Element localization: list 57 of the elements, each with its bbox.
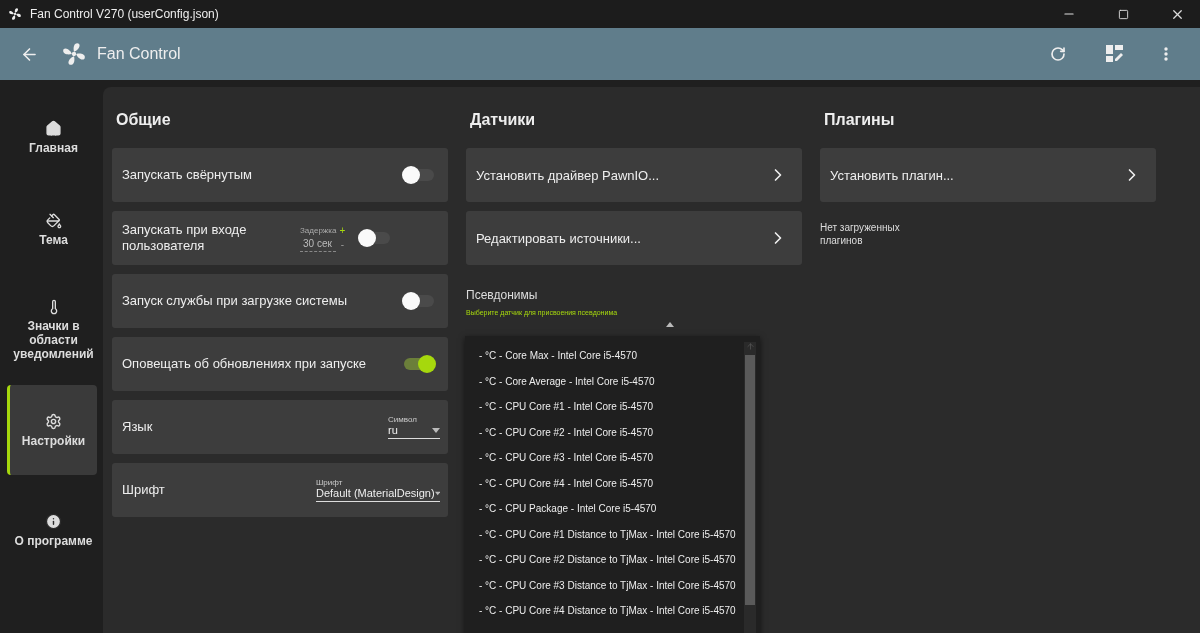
settings-icon <box>45 412 62 430</box>
dashboard-edit-icon <box>1106 45 1124 63</box>
setting-label: Язык <box>122 419 154 435</box>
decrease-button[interactable]: - <box>336 239 349 250</box>
section-title: Общие <box>116 111 172 129</box>
subsection-title: Псевдонимы <box>466 288 539 302</box>
section-title: Плагины <box>824 111 896 129</box>
dropdown-option[interactable]: - °C - CPU Package - Intel Core i5-4570 <box>465 496 744 522</box>
select-field[interactable]: Символ ru <box>388 415 440 439</box>
window-title: Fan Control V270 (userConfig.json) <box>30 7 220 21</box>
toggle-switch[interactable] <box>404 358 434 370</box>
fan-icon <box>8 7 22 21</box>
delay-field[interactable]: 30 сек <box>300 237 337 252</box>
setting-label: Запускать свёрнутым <box>122 167 253 183</box>
dropdown-option[interactable]: - °C - CPU Core #1 - Intel Core i5-4570 <box>465 394 744 420</box>
sidebar-item[interactable]: Настройки <box>7 385 97 475</box>
dropdown-option[interactable]: - °C - CPU Core #2 Distance to TjMax - Intel Core i5-4570 <box>465 547 744 573</box>
setting-label: Запуск службы при загрузке системы <box>122 293 349 309</box>
empty-message: Нет загруженных плагинов <box>820 221 901 247</box>
toggle-switch[interactable] <box>404 169 434 181</box>
dropdown-option[interactable]: - °C - Core Average - Intel Core i5-4570 <box>465 368 744 394</box>
toggle-switch[interactable] <box>404 295 434 307</box>
section-title: Датчики <box>470 111 537 129</box>
refresh-icon <box>1050 46 1066 62</box>
dropdown-caret-icon <box>434 490 440 496</box>
dropdown-option[interactable]: - °C - CPU Core #1 Distance to TjMax - Intel Core i5-4570 <box>465 521 744 547</box>
info-icon <box>45 512 62 530</box>
scrollbar[interactable] <box>744 342 756 633</box>
fan-icon <box>61 41 87 67</box>
scroll-up-icon <box>745 342 755 351</box>
dropdown-caret-icon <box>666 322 674 327</box>
dropdown-option[interactable]: - °C - CPU Core #4 Distance to TjMax - Intel Core i5-4570 <box>465 598 744 624</box>
dropdown-option[interactable]: - °C - CPU Core #3 - Intel Core i5-4570 <box>465 445 744 471</box>
maximize-icon <box>1117 8 1129 20</box>
paint-bucket-icon <box>45 213 62 229</box>
sidebar-item[interactable]: Тема <box>7 185 97 275</box>
app-title: Fan Control <box>97 45 182 63</box>
dropdown-option[interactable]: - °C - CPU Core #3 Distance to TjMax - Intel Core i5-4570 <box>465 572 744 598</box>
delay-label: Задержка <box>300 225 337 235</box>
action-button[interactable]: Установить драйвер PawnIO... <box>466 148 802 202</box>
toggle-switch[interactable] <box>360 232 391 244</box>
sidebar-item[interactable]: Главная <box>7 90 97 185</box>
setting-label: Оповещать об обновлениях при запуске <box>122 356 368 372</box>
dropdown-option[interactable]: - °C - Core Max - Intel Core i5-4570 <box>465 343 744 369</box>
action-button[interactable]: Установить плагин... <box>820 148 1156 202</box>
dropdown-option[interactable]: - °C - CPU Core #2 - Intel Core i5-4570 <box>465 419 744 445</box>
select-field[interactable]: Шрифт Default (MaterialDesign) <box>316 478 440 502</box>
more-icon <box>1164 47 1168 61</box>
setting-label: Запускать при входе пользователя <box>122 222 248 254</box>
home-icon <box>45 120 62 137</box>
increase-button[interactable]: + <box>336 224 349 236</box>
dropdown-option[interactable]: - °C - CPU Core #4 - Intel Core i5-4570 <box>465 470 744 496</box>
dropdown-caret-icon <box>432 427 440 433</box>
action-button[interactable]: Редактировать источники... <box>466 211 802 265</box>
sidebar-item[interactable]: О программе <box>7 475 97 585</box>
setting-label: Шрифт <box>122 482 166 498</box>
sidebar-item[interactable]: Значки в области уведомлений <box>7 275 97 385</box>
